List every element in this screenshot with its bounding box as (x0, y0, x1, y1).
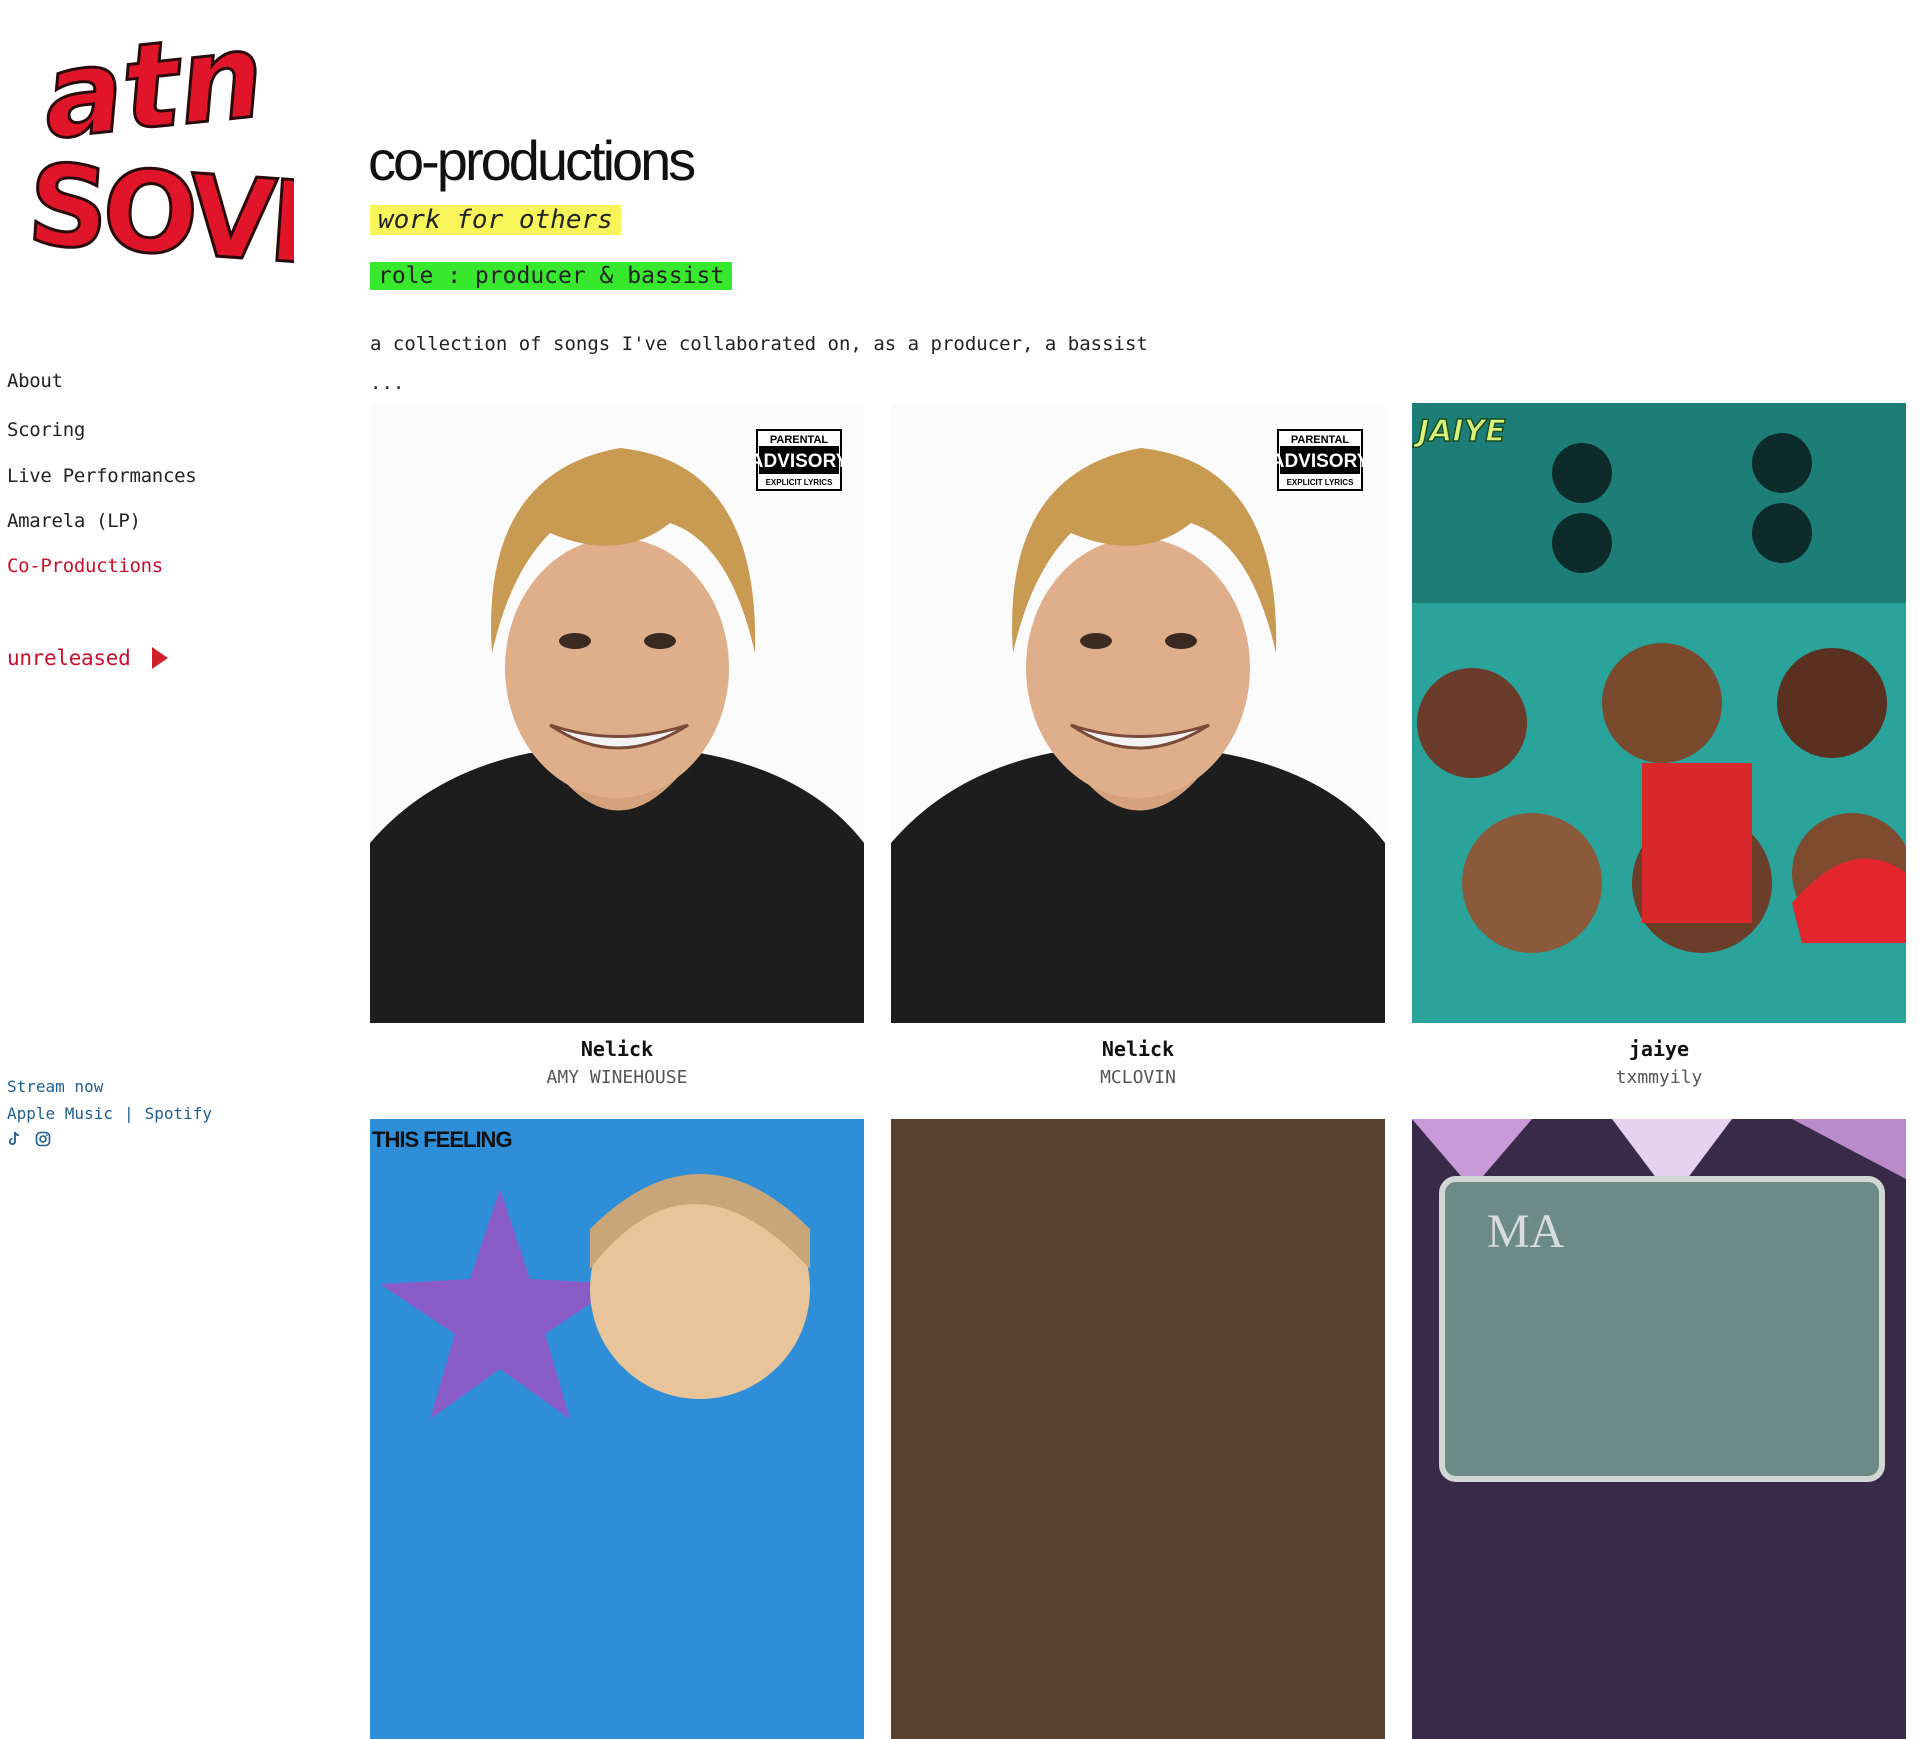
release-title[interactable]: Nelick (370, 1037, 864, 1061)
release-artist: txmmyily (1615, 1067, 1703, 1088)
album-cover[interactable]: PARENTAL ADVISORY EXPLICIT LYRICS (891, 403, 1385, 1023)
release-card[interactable]: JAIYE jaiye txmmyily (1412, 403, 1906, 1089)
advisory-mid-text: ADVISORY (1277, 451, 1363, 472)
logo-bottom-text: SOVL (24, 140, 294, 274)
release-title[interactable]: Nelick (891, 1037, 1385, 1061)
album-cover[interactable]: JAIYE (1412, 403, 1906, 1023)
release-card[interactable]: PARENTAL ADVISORY EXPLICIT LYRICS Nelick… (891, 403, 1385, 1089)
cover-title-text: JAIYE (1413, 414, 1506, 449)
tiktok-icon[interactable] (7, 1131, 21, 1147)
instagram-icon[interactable] (35, 1131, 51, 1147)
link-separator: | (123, 1104, 134, 1123)
page-title: co-productions (368, 129, 696, 192)
apple-music-link[interactable]: Apple Music (7, 1104, 113, 1123)
stream-heading: Stream now (7, 1077, 104, 1096)
nav-item-about[interactable]: About (7, 370, 63, 392)
release-title[interactable]: jaiye (1412, 1037, 1906, 1061)
album-cover[interactable]: MA (1412, 1119, 1906, 1739)
advisory-bottom-text: EXPLICIT LYRICS (1287, 478, 1354, 487)
portrait-image (891, 403, 1385, 1023)
play-icon (152, 647, 169, 669)
release-grid: PARENTAL ADVISORY EXPLICIT LYRICS Nelick… (370, 403, 1906, 1739)
parental-advisory-icon: PARENTAL ADVISORY EXPLICIT LYRICS (1271, 429, 1370, 491)
work-for-others-tag: work for others (370, 205, 621, 235)
illustrated-cover-image: JAIYE (1412, 403, 1906, 1023)
cover-title-text: THIS FEELING (372, 1127, 512, 1152)
release-card[interactable]: THIS FEELING (370, 1119, 864, 1739)
release-card[interactable] (891, 1119, 1385, 1739)
description-ellipsis: ... (370, 372, 405, 394)
release-artist: MCLOVIN (1100, 1067, 1176, 1088)
unreleased-link[interactable]: unreleased (7, 646, 169, 670)
cd-case-cover-image: MA (1412, 1119, 1906, 1739)
cover-title-text: MA (1487, 1205, 1565, 1258)
page-description: a collection of songs I've collaborated … (370, 325, 1148, 403)
stream-section: Stream now Apple Music | Spotify (7, 1073, 212, 1147)
advisory-top-text: PARENTAL (1291, 434, 1350, 446)
illustrated-cover-image: THIS FEELING (370, 1119, 864, 1739)
nav-item-co-productions[interactable]: Co-Productions (7, 555, 163, 577)
nav-item-scoring[interactable]: Scoring (7, 419, 85, 441)
album-cover[interactable] (891, 1119, 1385, 1739)
parental-advisory-icon: PARENTAL ADVISORY EXPLICIT LYRICS (750, 429, 849, 491)
unreleased-label: unreleased (7, 646, 131, 670)
advisory-top-text: PARENTAL (770, 434, 829, 446)
release-artist: AMY WINEHOUSE (546, 1067, 688, 1088)
spotify-link[interactable]: Spotify (145, 1104, 212, 1123)
role-tag: role : producer & bassist (370, 262, 733, 290)
release-card[interactable]: PARENTAL ADVISORY EXPLICIT LYRICS Nelick… (370, 403, 864, 1089)
advisory-bottom-text: EXPLICIT LYRICS (766, 478, 833, 487)
release-card[interactable]: MA (1412, 1119, 1906, 1739)
portrait-image (370, 403, 864, 1023)
nav-item-live-performances[interactable]: Live Performances (7, 465, 197, 487)
nav-item-amarela[interactable]: Amarela (LP) (7, 510, 141, 532)
advisory-mid-text: ADVISORY (756, 451, 842, 472)
album-cover[interactable]: THIS FEELING (370, 1119, 864, 1739)
logo[interactable]: atn SOVL (24, 14, 294, 274)
album-cover[interactable]: PARENTAL ADVISORY EXPLICIT LYRICS (370, 403, 864, 1023)
description-text: a collection of songs I've collaborated … (370, 333, 1148, 355)
